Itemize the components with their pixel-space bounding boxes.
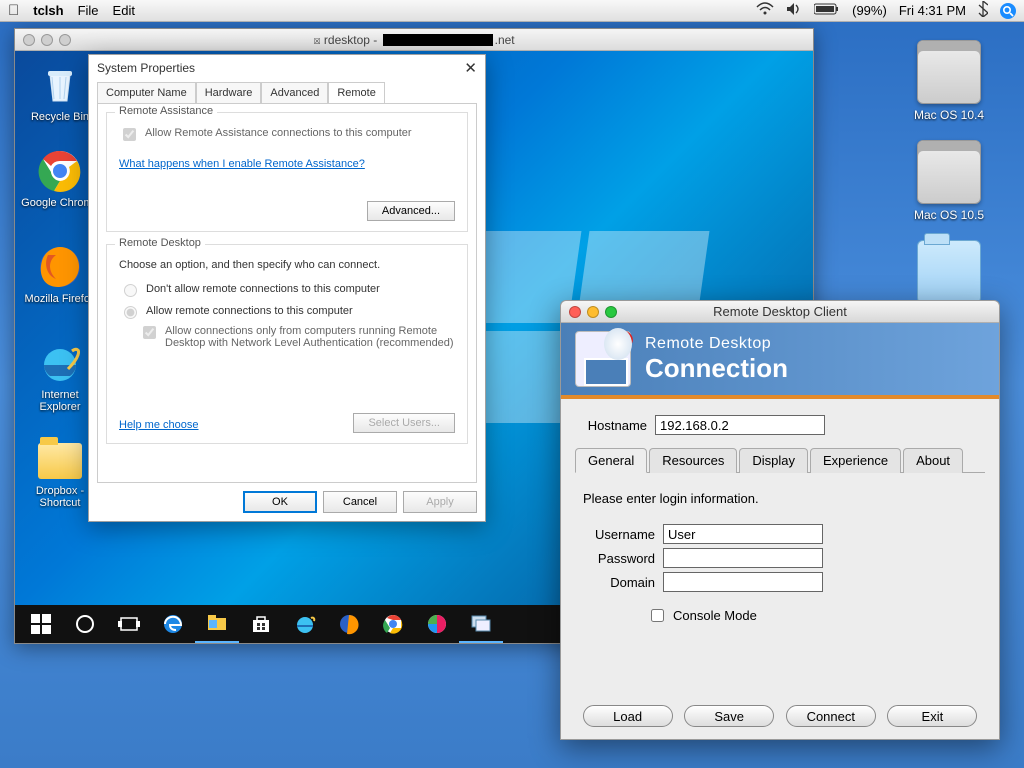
dont-allow-radio[interactable]: Don't allow remote connections to this c… <box>119 281 455 297</box>
harddrive-icon <box>917 140 981 204</box>
taskbar-firefox[interactable] <box>327 605 371 643</box>
app-name[interactable]: tclsh <box>33 3 63 18</box>
checkbox[interactable] <box>143 326 156 339</box>
connect-button[interactable]: Connect <box>786 705 876 727</box>
bluetooth-icon[interactable] <box>978 1 988 20</box>
taskbar-ie[interactable] <box>283 605 327 643</box>
hostname-row: Hostname <box>575 415 985 435</box>
taskbar-chrome[interactable] <box>371 605 415 643</box>
tab-computer-name[interactable]: Computer Name <box>97 82 196 104</box>
window-title: ☒ rdesktop - .net <box>15 33 813 47</box>
mac-menubar:  tclsh File Edit (99%) Fri 4:31 PM <box>0 0 1024 22</box>
password-label: Password <box>583 551 663 566</box>
taskbar-explorer[interactable] <box>195 605 239 643</box>
login-prompt: Please enter login information. <box>583 491 977 506</box>
console-mode-checkbox[interactable]: Console Mode <box>647 606 977 625</box>
menu-edit[interactable]: Edit <box>113 3 135 18</box>
banner-line1: Remote Desktop <box>645 335 788 353</box>
apple-menu-icon[interactable]:  <box>8 2 19 19</box>
username-input[interactable] <box>663 524 823 544</box>
tab-advanced[interactable]: Advanced <box>261 82 328 104</box>
radio[interactable] <box>124 306 137 319</box>
dialog-titlebar[interactable]: System Properties ✕ <box>89 55 485 81</box>
save-button[interactable]: Save <box>684 705 774 727</box>
task-view-icon[interactable] <box>107 605 151 643</box>
wifi-icon[interactable] <box>756 2 774 19</box>
remote-desktop-group: Remote Desktop Choose an option, and the… <box>106 244 468 444</box>
harddrive-icon <box>917 40 981 104</box>
group-legend: Remote Desktop <box>115 237 205 249</box>
taskbar-edge[interactable] <box>151 605 195 643</box>
tab-general[interactable]: General <box>575 448 647 473</box>
checkbox[interactable] <box>123 128 136 141</box>
start-button[interactable] <box>19 605 63 643</box>
close-button[interactable]: ✕ <box>464 59 477 77</box>
tab-hardware[interactable]: Hardware <box>196 82 262 104</box>
tab-resources[interactable]: Resources <box>649 448 737 473</box>
icon-label: Mac OS 10.4 <box>904 108 994 122</box>
redacted-hostname <box>383 34 493 46</box>
username-label: Username <box>583 527 663 542</box>
recycle-bin-icon <box>38 63 82 107</box>
exit-button[interactable]: Exit <box>887 705 977 727</box>
cancel-button[interactable]: Cancel <box>323 491 397 513</box>
checkbox[interactable] <box>651 609 664 622</box>
apply-button[interactable]: Apply <box>403 491 477 513</box>
dialog-title: System Properties <box>97 61 195 75</box>
tab-display[interactable]: Display <box>739 448 808 473</box>
hostname-input[interactable] <box>655 415 825 435</box>
tab-remote[interactable]: Remote <box>328 82 385 104</box>
banner-line2: Connection <box>645 353 788 384</box>
clock[interactable]: Fri 4:31 PM <box>899 3 966 18</box>
rdc-app-icon <box>575 331 631 387</box>
general-pane: Please enter login information. Username… <box>575 473 985 637</box>
chrome-icon <box>38 149 82 193</box>
choose-text: Choose an option, and then specify who c… <box>119 259 455 271</box>
domain-label: Domain <box>583 575 663 590</box>
volume-icon[interactable] <box>786 2 802 19</box>
hostname-label: Hostname <box>575 418 655 433</box>
allow-radio[interactable]: Allow remote connections to this compute… <box>119 303 455 319</box>
help-me-choose-link[interactable]: Help me choose <box>119 419 199 431</box>
password-input[interactable] <box>663 548 823 568</box>
window-title: Remote Desktop Client <box>561 304 999 319</box>
remote-assistance-help-link[interactable]: What happens when I enable Remote Assist… <box>119 158 365 170</box>
banner: Remote Desktop Connection <box>561 323 999 399</box>
battery-icon[interactable] <box>814 3 840 18</box>
system-properties-dialog: System Properties ✕ Computer Name Hardwa… <box>88 54 486 522</box>
desktop-icon-hd-104[interactable]: Mac OS 10.4 <box>904 40 994 122</box>
menu-file[interactable]: File <box>78 3 99 18</box>
taskbar-store[interactable] <box>239 605 283 643</box>
taskbar-people[interactable] <box>415 605 459 643</box>
remote-desktop-client-window: Remote Desktop Client Remote Desktop Con… <box>560 300 1000 740</box>
taskbar-rdesktop[interactable] <box>459 605 503 643</box>
window-titlebar[interactable]: Remote Desktop Client <box>561 301 999 323</box>
allow-remote-assistance-checkbox[interactable]: Allow Remote Assistance connections to t… <box>119 127 455 144</box>
tab-about[interactable]: About <box>903 448 963 473</box>
window-titlebar[interactable]: ☒ rdesktop - .net <box>15 29 813 51</box>
rdc-tab-bar: General Resources Display Experience Abo… <box>575 447 985 473</box>
tab-experience[interactable]: Experience <box>810 448 901 473</box>
remote-assistance-group: Remote Assistance Allow Remote Assistanc… <box>106 112 468 232</box>
battery-percent: (99%) <box>852 3 887 18</box>
desktop-icon-hd-105[interactable]: Mac OS 10.5 <box>904 140 994 222</box>
ie-icon <box>38 341 82 385</box>
folder-icon <box>917 240 981 304</box>
select-users-button[interactable]: Select Users... <box>353 413 455 433</box>
tab-bar: Computer Name Hardware Advanced Remote <box>97 81 477 103</box>
nla-checkbox[interactable]: Allow connections only from computers ru… <box>139 325 455 349</box>
firefox-icon <box>38 245 82 289</box>
advanced-button[interactable]: Advanced... <box>367 201 455 221</box>
spotlight-icon[interactable] <box>1000 3 1016 19</box>
icon-label: Mac OS 10.5 <box>904 208 994 222</box>
cortana-icon[interactable] <box>63 605 107 643</box>
group-legend: Remote Assistance <box>115 105 217 117</box>
radio[interactable] <box>124 284 137 297</box>
load-button[interactable]: Load <box>583 705 673 727</box>
domain-input[interactable] <box>663 572 823 592</box>
folder-icon <box>38 437 82 481</box>
ok-button[interactable]: OK <box>243 491 317 513</box>
